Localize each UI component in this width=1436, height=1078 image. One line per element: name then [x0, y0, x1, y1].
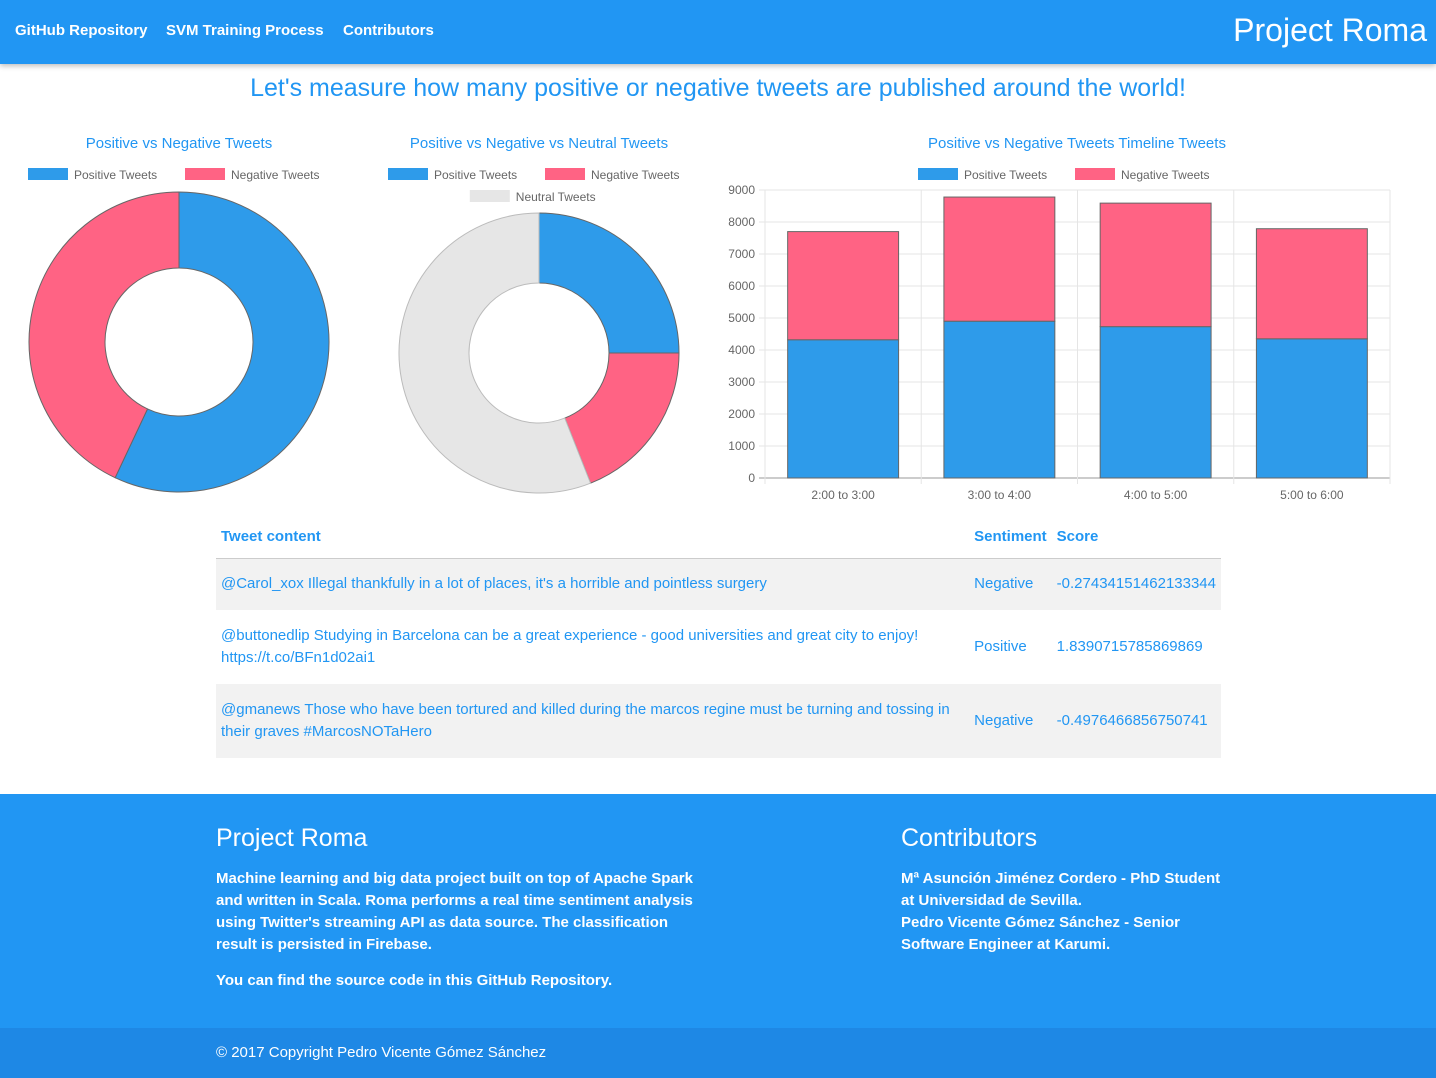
slice-positive-tweets — [538, 212, 680, 354]
chart3-title: Positive vs Negative Tweets Timeline Twe… — [928, 135, 1226, 152]
tweet-content: @Carol_xox Illegal thankfully in a lot o… — [216, 558, 970, 610]
legend-swatch-negative-tweets — [545, 168, 585, 180]
table-row: @Carol_xox Illegal thankfully in a lot o… — [216, 558, 1221, 610]
y-tick-label: 0 — [748, 471, 755, 485]
navbar: GitHub Repository SVM Training Process C… — [0, 0, 1436, 64]
tweet-score: -0.4976466856750741 — [1051, 684, 1221, 758]
tweet-sentiment: Negative — [969, 684, 1052, 758]
copyright-text: © 2017 Copyright Pedro Vicente Gómez Sán… — [216, 1044, 547, 1061]
chart1-title: Positive vs Negative Tweets — [85, 135, 273, 152]
bar-negative-tweets — [787, 231, 900, 341]
tweet-score: -0.27434151462133344 — [1051, 558, 1221, 610]
legend-label-positive-tweets: Positive Tweets — [434, 168, 517, 182]
bar-negative-tweets — [1255, 228, 1368, 340]
legend-label-positive-tweets: Positive Tweets — [74, 168, 157, 182]
legend-label-positive-tweets: Positive Tweets — [964, 168, 1047, 182]
bar-negative-tweets — [943, 196, 1056, 322]
footer-contributors-title: Contributors — [901, 824, 1038, 852]
legend-swatch-positive-tweets — [28, 168, 68, 180]
legend-swatch-positive-tweets — [918, 168, 958, 180]
y-tick-label: 7000 — [728, 247, 755, 261]
tweet-content: @buttonedlip Studying in Barcelona can b… — [221, 627, 919, 666]
footer-contributor-1: Mª Asunción Jiménez Cordero - PhD Studen… — [901, 870, 1221, 909]
page-headline: Let's measure how many positive or negat… — [250, 74, 1186, 102]
footer-contributor-2: Pedro Vicente Gómez Sánchez - Senior Sof… — [901, 914, 1180, 953]
header-score[interactable]: Score — [1051, 516, 1221, 559]
footer-about-title: Project Roma — [216, 824, 368, 852]
tweet-sentiment: Negative — [969, 558, 1052, 610]
footer-github-link[interactable]: You can find the source code in this Git… — [216, 972, 612, 989]
table-row: @gmanews Those who have been tortured an… — [216, 684, 1221, 758]
nav-contributors[interactable]: Contributors — [343, 22, 434, 39]
bar-positive-tweets — [1099, 326, 1212, 479]
legend-swatch-neutral-tweets — [469, 190, 510, 202]
bar-positive-tweets — [1255, 338, 1368, 479]
chart3-stacked-bar: Positive Tweets Negative Tweets 0 1000 2000 3… — [728, 168, 1391, 502]
header-sentiment[interactable]: Sentiment — [969, 516, 1052, 559]
tweet-content: @gmanews Those who have been tortured an… — [216, 684, 970, 758]
footer-about-text: Machine learning and big data project bu… — [216, 870, 693, 953]
bar-positive-tweets — [787, 339, 900, 479]
y-tick-label: 1000 — [728, 439, 755, 453]
tweet-sentiment: Positive — [974, 638, 1027, 655]
y-tick-label: 5000 — [728, 311, 755, 325]
x-tick-label: 5:00 to 6:00 — [1280, 488, 1344, 502]
y-tick-label: 2000 — [728, 407, 755, 421]
y-tick-label: 9000 — [728, 183, 755, 197]
y-tick-label: 4000 — [728, 343, 755, 357]
y-tick-label: 6000 — [728, 279, 755, 293]
legend-label-neutral-tweets: Neutral Tweets — [516, 190, 596, 204]
legend-label-negative-tweets: Negative Tweets — [1121, 168, 1210, 182]
nav-svm-training-process[interactable]: SVM Training Process — [166, 22, 324, 39]
x-tick-label: 4:00 to 5:00 — [1124, 488, 1188, 502]
footer-source-text: You can find the source code in this Git… — [216, 970, 696, 992]
table-row: @buttonedlip Studying in Barcelona can b… — [216, 610, 1221, 684]
copyright-bar: © 2017 Copyright Pedro Vicente Gómez Sán… — [0, 1028, 1436, 1078]
x-tick-label: 2:00 to 3:00 — [811, 488, 875, 502]
chart2-doughnut: Positive Tweets Negative Tweets Neutral Tw… — [388, 168, 680, 494]
chart1-doughnut: Positive Tweets Negative Tweets — [28, 168, 330, 493]
y-tick-label: 8000 — [728, 215, 755, 229]
header-tweet-content[interactable]: Tweet content — [216, 516, 970, 559]
legend-label-negative-tweets: Negative Tweets — [231, 168, 320, 182]
tweet-score: 1.8390715785869869 — [1056, 638, 1203, 655]
bar-positive-tweets — [943, 320, 1056, 479]
brand-logo[interactable]: Project Roma — [1233, 12, 1427, 49]
legend-label-negative-tweets: Negative Tweets — [591, 168, 680, 182]
legend-swatch-negative-tweets — [1075, 168, 1115, 180]
nav-github-repository[interactable]: GitHub Repository — [15, 22, 148, 39]
legend-swatch-positive-tweets — [388, 168, 428, 180]
legend-swatch-negative-tweets — [185, 168, 225, 180]
chart2-title: Positive vs Negative vs Neutral Tweets — [409, 135, 669, 152]
y-tick-label: 3000 — [728, 375, 755, 389]
tweets-table: Tweet content Sentiment Score @Carol_xox… — [216, 516, 1221, 758]
footer: Project Roma Machine learning and big da… — [0, 794, 1436, 1028]
bar-negative-tweets — [1099, 202, 1212, 328]
x-tick-label: 3:00 to 4:00 — [968, 488, 1032, 502]
